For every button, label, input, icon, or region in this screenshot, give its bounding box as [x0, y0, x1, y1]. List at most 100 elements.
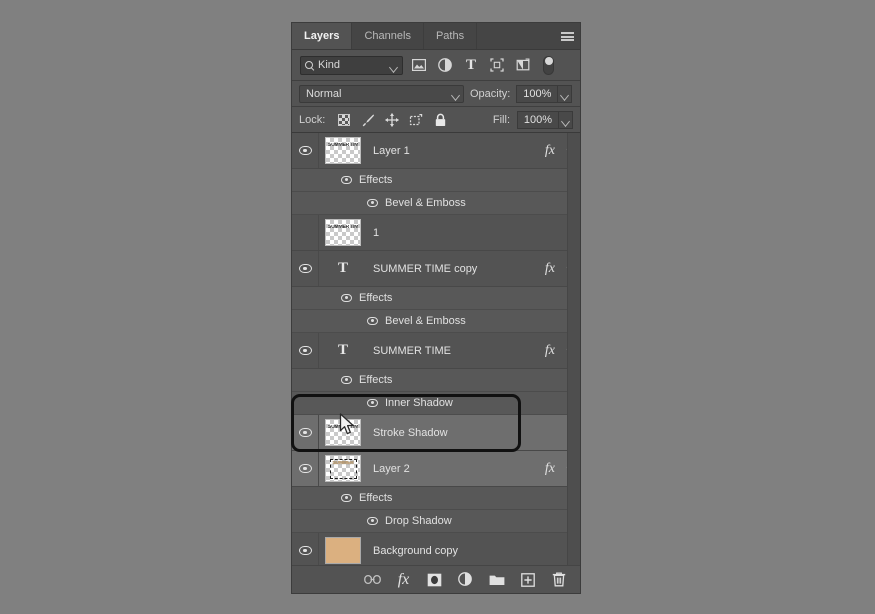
filter-enable-toggle[interactable]: [543, 56, 554, 75]
effects-group-row[interactable]: Effects: [292, 287, 580, 310]
lock-all-icon[interactable]: [430, 110, 450, 130]
layer-thumbnail-text: SUMMER TIME: [328, 225, 358, 230]
filter-smart-objects[interactable]: [513, 55, 533, 75]
move-arrows-icon: [385, 113, 399, 127]
chevron-up-icon[interactable]: ^: [561, 145, 577, 156]
lock-image-pixels-icon[interactable]: [358, 110, 378, 130]
layer-thumbnail[interactable]: SUMMER TIME: [325, 419, 361, 446]
layers-panel: Layers Channels Paths Kind: [291, 22, 581, 594]
list-item[interactable]: Drop Shadow: [292, 510, 580, 533]
add-layer-mask-button[interactable]: [426, 571, 443, 588]
add-layer-style-button[interactable]: fx: [395, 571, 412, 588]
table-row[interactable]: SUMMER TIME Stroke Shadow: [292, 415, 580, 451]
layer-name[interactable]: Background copy: [373, 545, 458, 557]
layer-fx-indicator[interactable]: fx: [545, 343, 555, 359]
visibility-toggle[interactable]: [292, 251, 319, 286]
opacity-label: Opacity:: [470, 88, 510, 100]
chevron-up-icon[interactable]: ^: [561, 263, 577, 274]
list-item[interactable]: Bevel & Emboss: [292, 310, 580, 333]
eye-icon[interactable]: [341, 176, 352, 184]
layer-name[interactable]: SUMMER TIME copy: [373, 263, 477, 275]
layer-thumbnail-text: SUMMER TIME: [328, 143, 358, 148]
filter-shape-layers[interactable]: [487, 55, 507, 75]
effects-group-label: Effects: [359, 374, 392, 386]
list-item[interactable]: Bevel & Emboss: [292, 192, 580, 215]
lock-label: Lock:: [299, 114, 325, 126]
layer-fx-indicator[interactable]: fx: [545, 261, 555, 277]
tab-paths[interactable]: Paths: [424, 23, 477, 49]
layer-name[interactable]: Layer 1: [373, 145, 410, 157]
opacity-stepper[interactable]: [557, 85, 572, 103]
eye-icon[interactable]: [367, 399, 378, 407]
type-T-icon: T: [466, 58, 476, 73]
eye-icon[interactable]: [367, 517, 378, 525]
table-row[interactable]: SUMMER TIME 1: [292, 215, 580, 251]
filter-pixel-layers[interactable]: [409, 55, 429, 75]
new-adjustment-layer-button[interactable]: [457, 571, 474, 588]
lock-row: Lock:: [292, 107, 580, 133]
hamburger-menu-icon[interactable]: [554, 23, 580, 49]
new-layer-button[interactable]: [519, 571, 536, 588]
eye-icon[interactable]: [367, 317, 378, 325]
folder-icon: [489, 573, 505, 586]
chevron-up-icon[interactable]: ^: [561, 345, 577, 356]
visibility-toggle[interactable]: [292, 133, 319, 168]
link-layers-button[interactable]: [364, 571, 381, 588]
eye-icon[interactable]: [367, 199, 378, 207]
fill-stepper[interactable]: [558, 111, 573, 129]
table-row[interactable]: SUMMER Layer 2 fx ^: [292, 451, 580, 487]
table-row[interactable]: SUMMER TIME Layer 1 fx ^: [292, 133, 580, 169]
tab-channels[interactable]: Channels: [352, 23, 423, 49]
filter-kind-dropdown[interactable]: Kind: [300, 56, 403, 75]
layer-thumbnail[interactable]: SUMMER: [325, 455, 361, 482]
layer-name[interactable]: Stroke Shadow: [373, 427, 448, 439]
chevron-up-icon[interactable]: ^: [561, 463, 577, 474]
fill-input[interactable]: 100%: [517, 111, 573, 129]
table-row[interactable]: Background copy: [292, 533, 580, 565]
eye-icon: [299, 464, 312, 473]
layer-fx-indicator[interactable]: fx: [545, 461, 555, 477]
layer-filter-row: Kind T: [292, 50, 580, 81]
layer-fx-indicator[interactable]: fx: [545, 143, 555, 159]
lock-artboard-nesting-icon[interactable]: [406, 110, 426, 130]
visibility-toggle[interactable]: [292, 415, 319, 450]
eye-icon[interactable]: [341, 494, 352, 502]
blend-mode-row: Normal Opacity: 100%: [292, 81, 580, 107]
table-row[interactable]: T SUMMER TIME fx ^: [292, 333, 580, 369]
shape-frame-icon: [490, 58, 504, 72]
new-group-button[interactable]: [488, 571, 505, 588]
eye-icon[interactable]: [341, 294, 352, 302]
image-icon: [412, 59, 426, 71]
fx-icon: fx: [398, 572, 410, 588]
effects-group-row[interactable]: Effects: [292, 369, 580, 392]
brush-icon: [361, 113, 375, 127]
blend-mode-dropdown[interactable]: Normal: [299, 85, 464, 103]
visibility-toggle[interactable]: [292, 451, 319, 486]
smart-object-icon: [516, 58, 530, 72]
visibility-toggle[interactable]: [292, 533, 319, 565]
visibility-toggle[interactable]: [292, 333, 319, 368]
effects-group-row[interactable]: Effects: [292, 487, 580, 510]
effects-group-row[interactable]: Effects: [292, 169, 580, 192]
visibility-toggle[interactable]: [292, 215, 319, 250]
layer-list[interactable]: SUMMER TIME Layer 1 fx ^ Effects Bevel &…: [292, 133, 580, 565]
lock-transparent-pixels-icon[interactable]: [334, 110, 354, 130]
list-item[interactable]: Inner Shadow: [292, 392, 580, 415]
layer-thumbnail[interactable]: SUMMER TIME: [325, 137, 361, 164]
layer-thumbnail[interactable]: [325, 537, 361, 564]
tab-channels-label: Channels: [364, 30, 410, 42]
layer-name[interactable]: Layer 2: [373, 463, 410, 475]
layer-name[interactable]: SUMMER TIME: [373, 345, 451, 357]
filter-type-layers[interactable]: T: [461, 55, 481, 75]
layer-name[interactable]: 1: [373, 227, 379, 239]
layer-thumbnail[interactable]: SUMMER TIME: [325, 219, 361, 246]
opacity-input[interactable]: 100%: [516, 85, 572, 103]
panel-tab-bar: Layers Channels Paths: [292, 23, 580, 50]
tab-layers[interactable]: Layers: [292, 23, 352, 49]
filter-adjustment-layers[interactable]: [435, 55, 455, 75]
effect-name: Inner Shadow: [385, 397, 453, 409]
delete-layer-button[interactable]: [550, 571, 567, 588]
eye-icon[interactable]: [341, 376, 352, 384]
lock-position-icon[interactable]: [382, 110, 402, 130]
table-row[interactable]: T SUMMER TIME copy fx ^: [292, 251, 580, 287]
